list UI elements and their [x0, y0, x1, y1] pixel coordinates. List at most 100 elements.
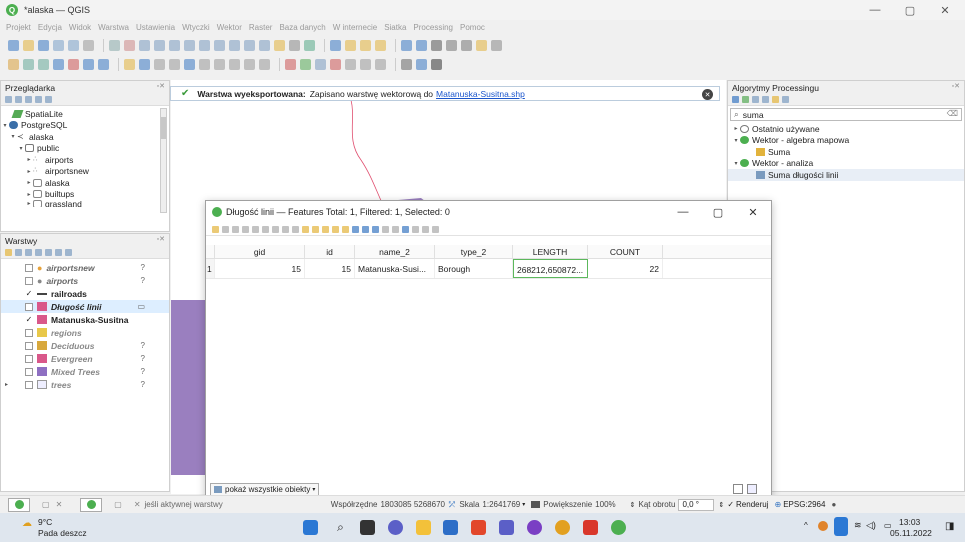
pdf-icon[interactable] [583, 520, 598, 535]
options-icon[interactable] [782, 96, 789, 103]
select-value-icon[interactable] [375, 39, 386, 51]
collapse-icon[interactable] [25, 96, 32, 103]
select-expression-icon[interactable] [302, 225, 309, 233]
windows-start-icon[interactable] [303, 520, 318, 535]
select-all-icon[interactable] [312, 225, 319, 233]
layer-checkbox[interactable] [25, 302, 33, 311]
menu-help[interactable]: Pomoc [460, 23, 485, 32]
cut-icon[interactable] [272, 225, 279, 233]
copy-icon[interactable] [282, 225, 289, 233]
menu-processing[interactable]: Processing [413, 23, 453, 32]
app-icon[interactable] [527, 520, 542, 535]
attribute-table-icon[interactable] [401, 39, 412, 51]
tree-arrow-icon[interactable]: ▾ [9, 133, 17, 140]
menu-settings[interactable]: Ustawienia [136, 23, 175, 32]
manage-themes-icon[interactable] [25, 249, 32, 256]
column-header-count[interactable]: COUNT [588, 245, 663, 258]
corner-cell[interactable] [206, 245, 215, 258]
locator-close-icon[interactable]: ✕ [56, 500, 63, 509]
tree-arrow-icon[interactable]: ▸ [25, 179, 33, 186]
history-icon[interactable] [752, 96, 759, 103]
new-project-icon[interactable] [8, 39, 19, 51]
tree-arrow-icon[interactable]: ▾ [17, 145, 25, 152]
actions-icon[interactable] [422, 225, 429, 233]
cell-id[interactable]: 15 [305, 259, 355, 278]
dialog-minimize-button[interactable]: — [668, 201, 698, 223]
paste-icon[interactable] [292, 225, 299, 233]
store-icon[interactable] [443, 520, 458, 535]
layer-checkbox[interactable]: ✓ [25, 289, 33, 298]
maximize-button[interactable]: ▢ [895, 0, 925, 20]
python-console-icon[interactable] [401, 58, 412, 70]
crs-value[interactable]: EPSG:2964 [783, 500, 825, 509]
statistics-icon[interactable] [431, 39, 442, 51]
dialog-maximize-button[interactable]: ▢ [703, 201, 733, 223]
export-file-link[interactable]: Matanuska-Susitna.shp [436, 89, 525, 99]
layer-deciduous[interactable]: Deciduous ? [1, 339, 169, 352]
layer-checkbox[interactable] [25, 354, 33, 363]
add-raster-icon[interactable] [38, 58, 49, 70]
layout-manager-icon[interactable] [68, 39, 79, 51]
dialog-close-button[interactable]: ✕ [738, 201, 768, 223]
filter-icon[interactable] [15, 96, 22, 103]
add-vector-icon[interactable] [23, 58, 34, 70]
tree-arrow-icon[interactable]: ▸ [25, 156, 33, 163]
scrollbar-thumb[interactable] [161, 117, 166, 139]
tree-item-vector-algebra[interactable]: ▾ Wektor - algebra mapowa [728, 135, 964, 147]
coordinate-value[interactable]: 1803085 5268670 [380, 500, 445, 509]
tray-app-icon[interactable] [818, 521, 828, 531]
layer-evergreen[interactable]: Evergreen ? [1, 352, 169, 365]
tree-item-spatialite[interactable]: SpatiaLite [1, 108, 169, 120]
expand-arrow-icon[interactable]: ▸ [5, 381, 8, 388]
filter-legend-icon[interactable] [35, 249, 42, 256]
deselect-icon[interactable] [332, 225, 339, 233]
tree-item-sum-line-lengths[interactable]: Suma długości linii [728, 169, 964, 181]
menu-project[interactable]: Projekt [6, 23, 31, 32]
results-icon[interactable] [762, 96, 769, 103]
layer-regions[interactable]: regions [1, 326, 169, 339]
layer-checkbox[interactable]: ✓ [25, 315, 33, 324]
scripts-icon[interactable] [742, 96, 749, 103]
qgis-tab-icon[interactable] [80, 497, 103, 512]
remove-layer-icon[interactable] [65, 249, 72, 256]
grass-icon[interactable] [431, 58, 442, 70]
column-header-name2[interactable]: name_2 [355, 245, 435, 258]
message-close-icon[interactable]: ✕ [702, 89, 713, 100]
plugin-icon[interactable] [416, 58, 427, 70]
style-panel-icon[interactable] [5, 249, 12, 256]
digitize-icon[interactable] [154, 58, 165, 70]
office-icon[interactable] [471, 520, 486, 535]
zoom-native-icon[interactable] [214, 39, 225, 51]
layer-manager-icon[interactable] [8, 58, 19, 70]
layer-dlugosc-linii[interactable]: Długość linii ▭ [1, 300, 169, 313]
pan-to-selection-icon[interactable] [124, 39, 135, 51]
tree-arrow-icon[interactable]: ▸ [732, 125, 740, 132]
add-spatialite-icon[interactable] [68, 58, 79, 70]
column-header-id[interactable]: id [305, 245, 355, 258]
add-wms-icon[interactable] [98, 58, 109, 70]
messages-icon[interactable]: ● [831, 500, 836, 509]
tree-item-recent[interactable]: ▸ Ostatnio używane [728, 123, 964, 135]
menu-layer[interactable]: Warstwa [98, 23, 129, 32]
wifi-icon[interactable]: ≋ [854, 520, 862, 531]
zoom-in-icon[interactable] [139, 39, 150, 51]
tray-arrow-icon[interactable]: ^ [804, 521, 808, 530]
column-header-length[interactable]: LENGTH [513, 245, 588, 258]
layer-checkbox[interactable] [25, 341, 33, 350]
table-row[interactable]: 1 15 15 Matanuska-Susi... Borough 268212… [206, 259, 771, 279]
tree-item-builtups[interactable]: ▸ builtups [1, 189, 169, 201]
toggle-extents-icon[interactable]: ⤱ [449, 500, 455, 510]
refresh-icon[interactable] [304, 39, 315, 51]
open-project-icon[interactable] [23, 39, 34, 51]
pan-icon[interactable] [109, 39, 120, 51]
cell-name2[interactable]: Matanuska-Susi... [355, 259, 435, 278]
menu-mesh[interactable]: Siatka [384, 23, 406, 32]
reload-icon[interactable] [242, 225, 249, 233]
notification-icon[interactable]: ◨ [945, 521, 954, 532]
rotation-spin-icon[interactable]: ⇕ [630, 501, 636, 509]
zoom-last-icon[interactable] [229, 39, 240, 51]
diagram-icon[interactable] [315, 58, 326, 70]
panel-undock-icon[interactable]: ▫✕ [952, 82, 960, 90]
minimize-button[interactable]: — [860, 0, 890, 20]
pan-to-selected-icon[interactable] [362, 225, 369, 233]
